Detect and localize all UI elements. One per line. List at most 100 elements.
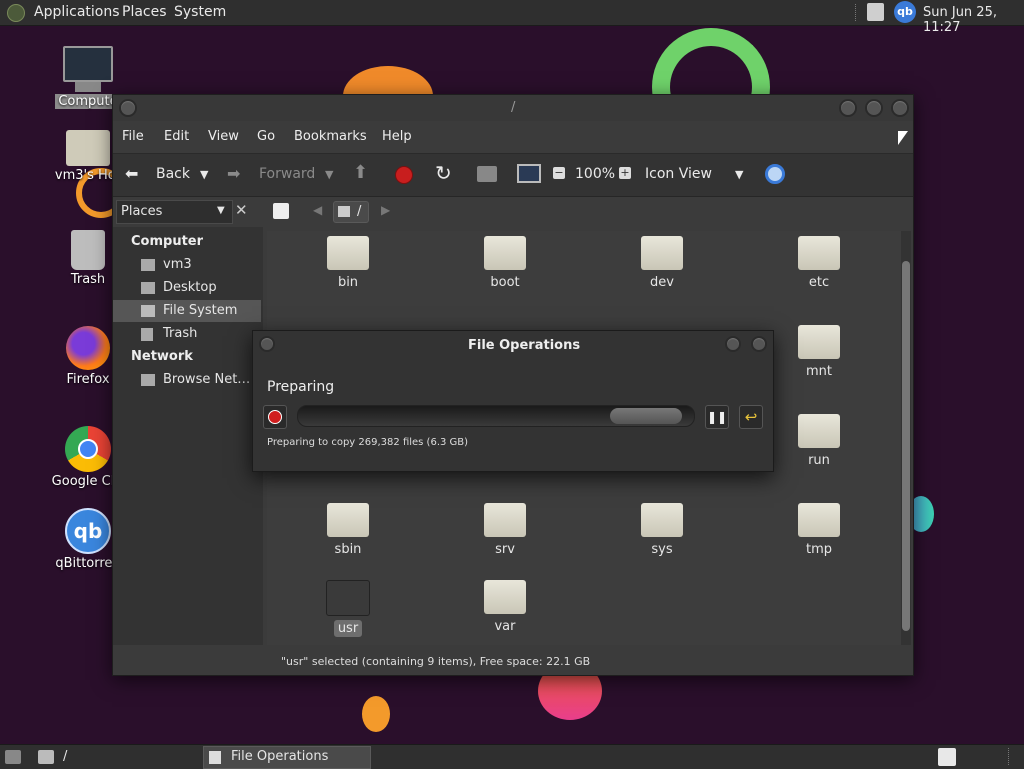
back-button[interactable]: Back — [156, 166, 190, 182]
folder-item[interactable]: etc — [749, 230, 889, 291]
forward-history-dropdown[interactable]: ▼ — [325, 168, 333, 181]
show-desktop-icon[interactable] — [5, 750, 21, 764]
view-mode-chevron-down-icon[interactable]: ▼ — [735, 168, 743, 181]
system-menu[interactable]: System — [174, 4, 226, 20]
search-icon[interactable] — [765, 164, 785, 184]
top-panel: Applications Places System qb Sun Jun 25… — [0, 0, 1024, 35]
home-icon[interactable] — [477, 166, 497, 182]
status-text: "usr" selected (containing 9 items), Fre… — [281, 655, 591, 668]
close-sidebar-button[interactable]: ✕ — [235, 201, 248, 219]
folder-label: sys — [651, 542, 673, 557]
folder-label: tmp — [805, 542, 832, 557]
desktop-icon-label: qBittorren — [55, 556, 121, 571]
window-menu-button[interactable] — [119, 99, 137, 117]
menu-go[interactable]: Go — [257, 129, 275, 144]
zoom-level[interactable]: 100% — [575, 166, 615, 182]
path-button-root[interactable]: / — [333, 201, 369, 223]
sidebar-selector[interactable]: Places ▼ — [116, 200, 233, 224]
chrome-icon — [65, 426, 111, 472]
reload-icon[interactable]: ↻ — [435, 161, 452, 185]
menu-file[interactable]: File — [122, 129, 144, 144]
dialog-minimize-button[interactable] — [725, 336, 741, 352]
sidebar-item-label: Desktop — [163, 280, 217, 295]
desktop-icon-label: Trash — [70, 272, 106, 287]
back-arrow-icon[interactable]: ⬅ — [125, 164, 138, 183]
vertical-scrollbar[interactable] — [901, 231, 911, 645]
forward-arrow-icon[interactable]: ➡ — [227, 164, 240, 183]
computer-icon — [63, 46, 113, 82]
taskbar-path[interactable]: / — [63, 749, 67, 764]
workspace-switcher-icon[interactable] — [938, 748, 956, 766]
path-right-arrow-icon[interactable]: ▶ — [381, 203, 390, 217]
menu-edit[interactable]: Edit — [164, 129, 189, 144]
folder-item[interactable]: dev — [592, 230, 732, 291]
up-arrow-icon[interactable]: ⬆ — [353, 162, 368, 183]
wallpaper-decoration — [362, 696, 390, 732]
sidebar-section-computer: Computer — [131, 234, 204, 249]
folder-item[interactable]: sbin — [278, 497, 418, 558]
folder-label: run — [808, 453, 830, 468]
scrollbar-thumb[interactable] — [902, 261, 910, 631]
view-mode-select[interactable]: Icon View — [645, 166, 712, 182]
menu-view[interactable]: View — [208, 129, 239, 144]
mouse-cursor — [898, 131, 908, 145]
forward-button[interactable]: Forward — [259, 166, 315, 182]
folder-label: bin — [337, 275, 359, 290]
folder-item[interactable]: tmp — [749, 497, 889, 558]
maximize-button[interactable] — [865, 99, 883, 117]
sidebar-item-trash[interactable]: Trash — [113, 323, 261, 345]
sidebar-selector-label: Places — [121, 204, 163, 219]
desktop-icon-label: Firefox — [66, 372, 110, 387]
sidebar-item-vm3[interactable]: vm3 — [113, 254, 261, 276]
minimize-button[interactable] — [839, 99, 857, 117]
dialog-menu-button[interactable] — [259, 336, 275, 352]
computer-icon[interactable] — [517, 164, 541, 183]
folder-item[interactable]: sys — [592, 497, 732, 558]
folder-item[interactable]: bin — [278, 230, 418, 291]
back-history-dropdown[interactable]: ▼ — [200, 168, 208, 181]
menu-bookmarks[interactable]: Bookmarks — [294, 129, 367, 144]
network-icon — [141, 374, 155, 386]
sidebar-item-browse-network[interactable]: Browse Net… — [113, 369, 261, 391]
taskbar-window-label: File Operations — [231, 749, 329, 764]
edit-location-icon[interactable] — [273, 203, 289, 219]
window-list-icon[interactable] — [867, 3, 884, 21]
folder-item[interactable]: var — [435, 574, 575, 635]
operation-heading: Preparing — [267, 379, 335, 395]
folder-item[interactable]: usr — [278, 574, 418, 637]
panel-separator — [855, 4, 859, 21]
window-titlebar[interactable]: / — [113, 95, 913, 121]
dialog-close-button[interactable] — [751, 336, 767, 352]
sidebar-section-network: Network — [131, 349, 193, 364]
places-menu[interactable]: Places — [122, 4, 167, 20]
cancel-operation-button[interactable] — [263, 405, 287, 429]
folder-item[interactable]: boot — [435, 230, 575, 291]
chevron-down-icon: ▼ — [217, 205, 225, 216]
menu-help[interactable]: Help — [382, 129, 412, 144]
sidebar-item-label: vm3 — [163, 257, 192, 272]
path-left-arrow-icon[interactable]: ◀ — [313, 203, 322, 217]
sidebar-item-label: File System — [163, 303, 238, 318]
undo-button[interactable]: ↩ — [739, 405, 763, 429]
trash-icon — [71, 230, 105, 270]
stop-icon[interactable] — [395, 166, 413, 184]
sidebar-item-file-system[interactable]: File System — [113, 300, 261, 322]
taskbar-window-file-operations[interactable]: File Operations — [203, 746, 371, 769]
folder-icon — [484, 503, 526, 537]
drive-icon — [338, 206, 350, 217]
clock[interactable]: Sun Jun 25, 11:27 — [923, 5, 1024, 35]
zoom-out-icon[interactable]: − — [553, 167, 565, 179]
folder-icon — [327, 236, 369, 270]
folder-item[interactable]: srv — [435, 497, 575, 558]
pause-button[interactable]: ❚❚ — [705, 405, 729, 429]
folder-icon — [641, 236, 683, 270]
applications-menu[interactable]: Applications — [34, 4, 120, 20]
zoom-in-icon[interactable]: + — [619, 167, 631, 179]
distro-logo-icon[interactable] — [7, 4, 25, 22]
folder-label: sbin — [334, 542, 362, 557]
sidebar-item-desktop[interactable]: Desktop — [113, 277, 261, 299]
qbittorrent-tray-icon[interactable]: qb — [894, 1, 916, 23]
close-button[interactable] — [891, 99, 909, 117]
home-folder-icon — [66, 130, 110, 166]
folder-icon — [641, 503, 683, 537]
